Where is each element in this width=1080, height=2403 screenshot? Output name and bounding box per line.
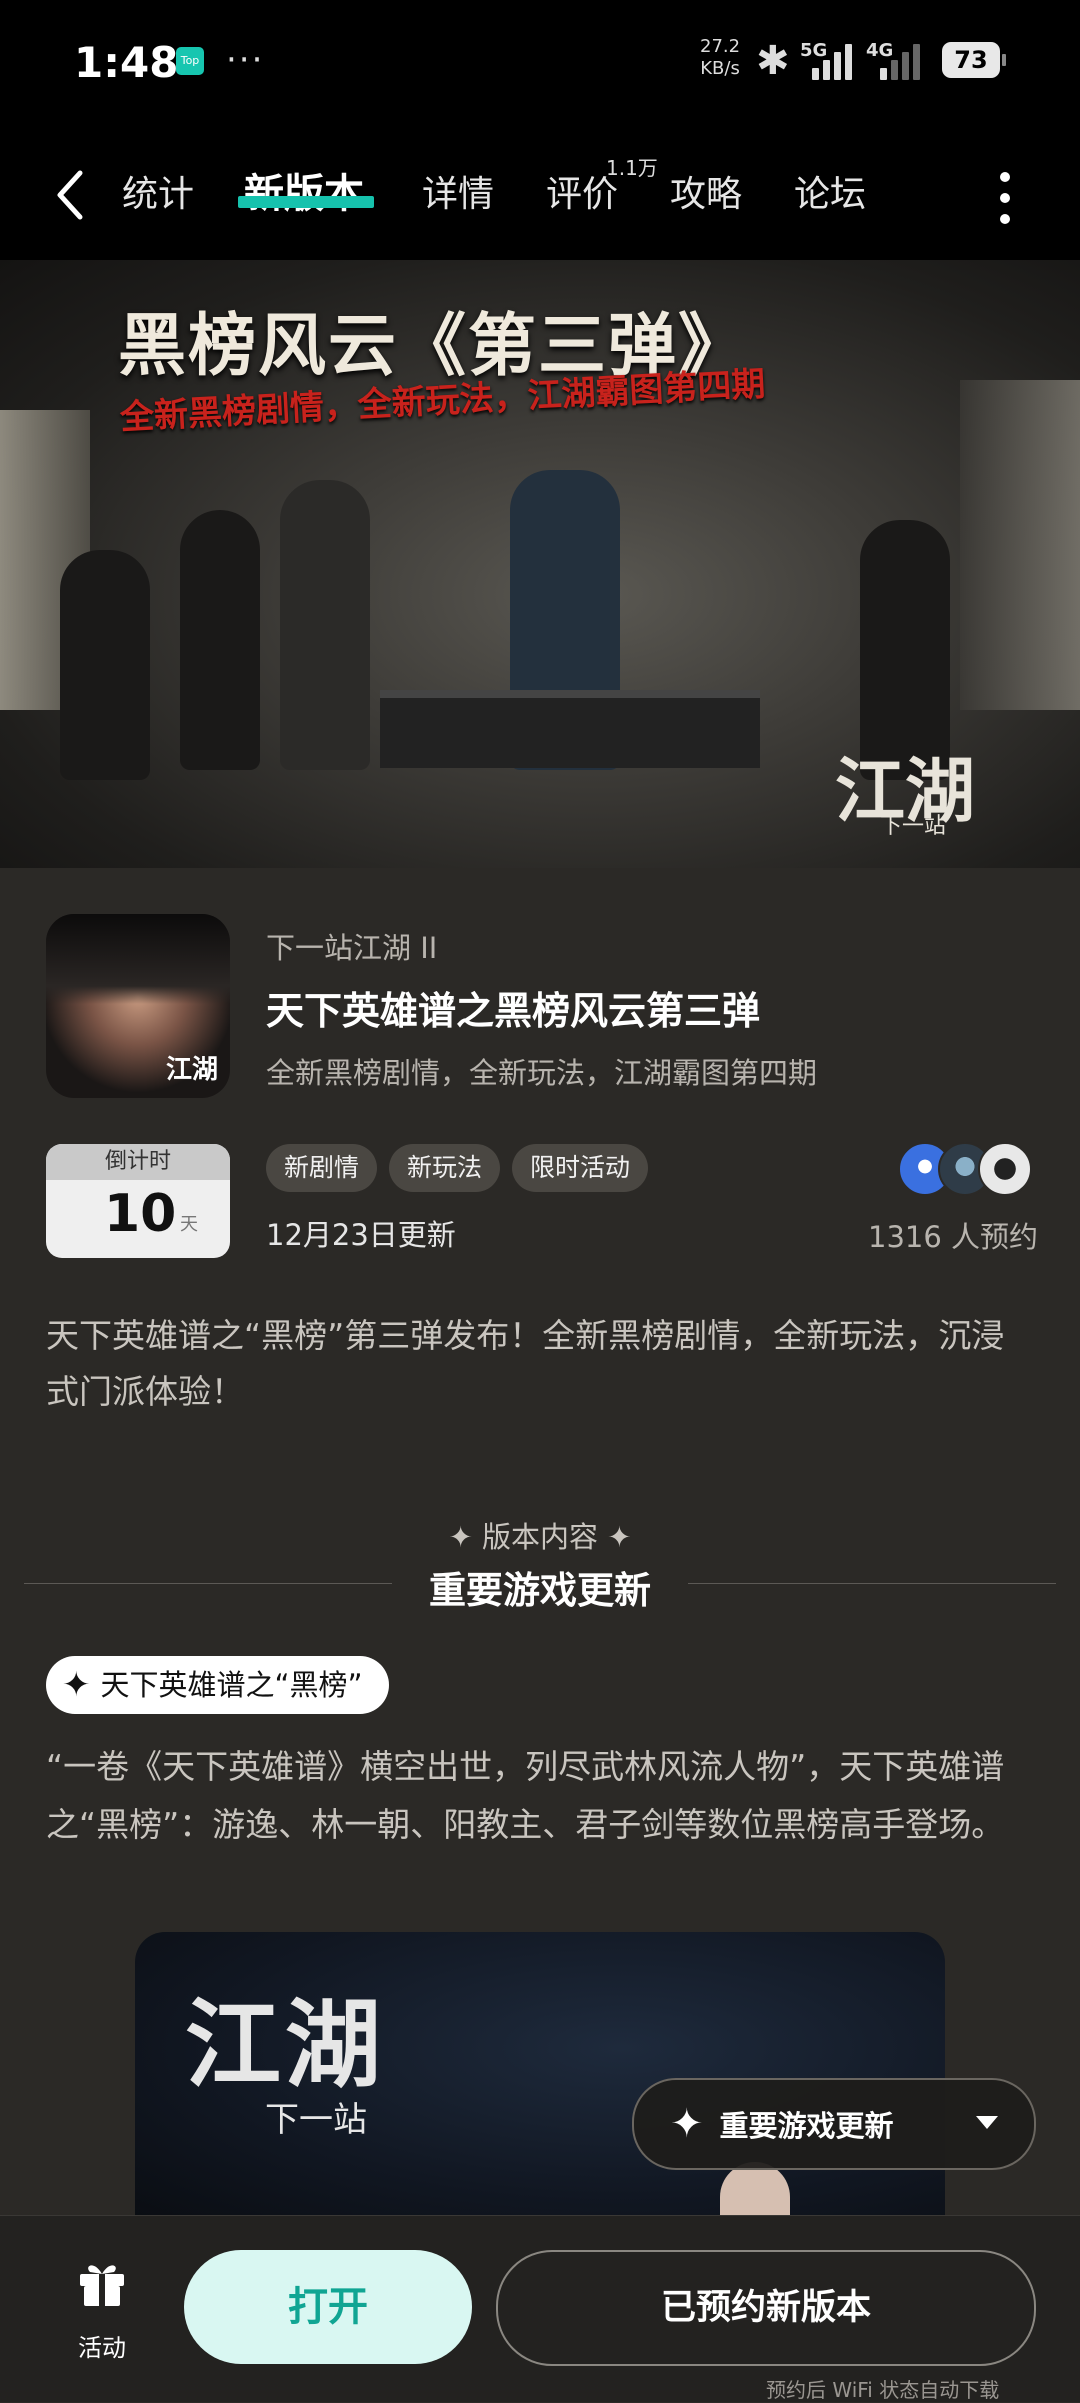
countdown-card: 倒计时 10 天 <box>46 1144 230 1258</box>
signal-4g-icon <box>880 42 920 80</box>
signal-5g-icon <box>812 42 852 80</box>
countdown-unit: 天 <box>180 1214 198 1235</box>
game-name[interactable]: 下一站江湖 II <box>266 925 437 967</box>
banner-game-logo-sub: 下一站 <box>880 814 947 839</box>
bluetooth-icon: ✱ <box>756 38 790 84</box>
section-jump-dropdown[interactable]: ✦ 重要游戏更新 <box>632 2078 1036 2170</box>
content-heading-pill: ✦ 天下英雄谱之“黑榜” <box>46 1656 389 1714</box>
battery-icon: 73 <box>942 42 1006 78</box>
section-title: 重要游戏更新 <box>429 1569 651 1612</box>
activity-label[interactable]: 活动 <box>78 2328 126 2363</box>
open-button[interactable]: 打开 <box>184 2250 472 2364</box>
version-description: 天下英雄谱之“黑榜”第三弹发布！全新黑榜剧情，全新玩法，沉浸式门派体验！ <box>46 1316 1005 1411</box>
content-image-logo: 江湖 <box>185 1988 385 2101</box>
status-bar: 1:48 Top ··· 27.2 KB/s ✱ 5G 4G 73 <box>0 0 1080 125</box>
reserved-new-version-button[interactable]: 已预约新版本 <box>496 2250 1036 2366</box>
gift-icon[interactable] <box>76 2258 128 2308</box>
top-app-icon: Top <box>176 47 204 75</box>
content-image-logo-sub: 下一站 <box>265 2100 367 2140</box>
active-tab-indicator <box>238 196 374 208</box>
reserver-avatars <box>898 1142 1038 1196</box>
tag-chip: 新玩法 <box>389 1144 501 1192</box>
divider-right <box>688 1583 1056 1584</box>
update-date: 12月23日更新 <box>266 1218 456 1252</box>
more-options-icon[interactable] <box>1000 172 1012 235</box>
more-notifications-icon: ··· <box>226 40 265 80</box>
countdown-label: 倒计时 <box>46 1144 230 1180</box>
app-icon[interactable]: 江湖 <box>46 914 230 1098</box>
back-arrow-icon[interactable] <box>50 165 90 225</box>
tab-guides[interactable]: 攻略 <box>670 165 742 217</box>
sparkle-icon: ✦ <box>670 2101 704 2147</box>
content-heading-label: 天下英雄谱之“黑榜” <box>100 1668 363 1702</box>
network-speed: 27.2 KB/s <box>700 36 741 79</box>
content-text: “一卷《天下英雄谱》横空出世，列尽武林风流人物”，天下英雄谱之“黑榜”：游逸、林… <box>46 1747 1005 1844</box>
review-count-badge: 1.1万 <box>606 156 658 180</box>
version-title: 天下英雄谱之黑榜风云第三弹 <box>266 989 761 1033</box>
version-subtitle: 全新黑榜剧情，全新玩法，江湖霸图第四期 <box>266 1056 818 1090</box>
reserve-count: 1316 人预约 <box>868 1220 1039 1254</box>
tag-chip: 新剧情 <box>266 1144 378 1192</box>
tab-new-version[interactable]: 新版本 <box>244 161 364 219</box>
tab-forum[interactable]: 论坛 <box>794 165 866 217</box>
tab-stats[interactable]: 统计 <box>122 165 194 217</box>
avatar <box>978 1142 1032 1196</box>
section-jump-label: 重要游戏更新 <box>719 2109 894 2143</box>
app-icon-logo: 江湖 <box>165 1055 218 1085</box>
clock: 1:48 <box>74 38 179 87</box>
wifi-download-note: 预约后 WiFi 状态自动下载 <box>766 2378 1000 2402</box>
section-label: ✦ 版本内容 ✦ <box>448 1520 632 1554</box>
content-image[interactable]: 江湖 下一站 <box>135 1932 945 2222</box>
tag-chip: 限时活动 <box>512 1144 649 1192</box>
sparkle-icon: ✦ <box>62 1665 91 1705</box>
countdown-value: 10 <box>104 1184 177 1244</box>
tab-details[interactable]: 详情 <box>422 165 494 217</box>
chevron-down-icon <box>976 2116 998 2129</box>
